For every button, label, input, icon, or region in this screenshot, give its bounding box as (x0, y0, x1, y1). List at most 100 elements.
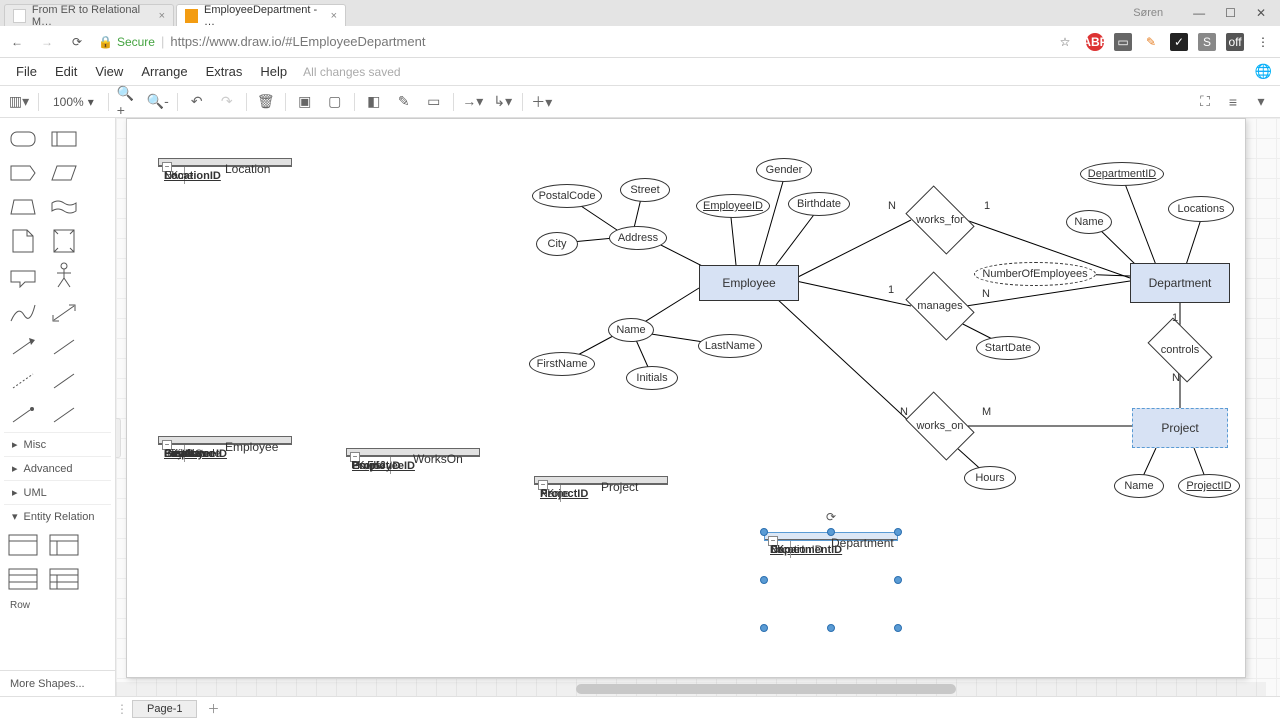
ext-icon[interactable]: ✎ (1142, 33, 1160, 51)
shape-thumb[interactable] (6, 264, 40, 294)
shape-thumb[interactable] (6, 530, 40, 560)
shape-thumb[interactable] (47, 400, 81, 430)
shape-thumb[interactable] (6, 226, 40, 256)
zoom-select[interactable]: 100% ▾ (47, 93, 100, 111)
ext-icon[interactable]: ▭ (1114, 33, 1132, 51)
menu-icon[interactable]: ⋮ (1254, 33, 1272, 51)
view-icon[interactable]: ▥▾ (8, 91, 30, 113)
stroke-icon[interactable]: ✎ (393, 91, 415, 113)
add-page-button[interactable]: ＋ (197, 698, 229, 719)
shape-thumb[interactable] (47, 260, 81, 290)
browser-tab-1[interactable]: EmployeeDepartment - … × (176, 4, 346, 26)
sel-handle[interactable] (894, 576, 902, 584)
fullscreen-icon[interactable]: ⛶ (1194, 91, 1216, 113)
entity-employee[interactable]: Employee (699, 265, 799, 301)
attr-hours[interactable]: Hours (964, 466, 1016, 490)
undo-icon[interactable]: ↶ (186, 91, 208, 113)
close-icon[interactable]: × (159, 10, 165, 22)
shape-thumb[interactable] (47, 332, 81, 362)
page-tab[interactable]: Page-1 (132, 700, 197, 718)
attr-projname[interactable]: Name (1114, 474, 1164, 498)
attr-employeeid[interactable]: EmployeeID (696, 194, 770, 218)
shape-thumb[interactable] (47, 298, 81, 328)
format-icon[interactable]: ≡ (1222, 91, 1244, 113)
table-project[interactable]: −Project PKProjectID Name (534, 476, 668, 485)
close-icon[interactable]: × (331, 10, 337, 22)
zoom-in-icon[interactable]: 🔍+ (117, 91, 139, 113)
sel-handle[interactable] (827, 528, 835, 536)
collapse-right-icon[interactable]: ▾ (1250, 91, 1272, 113)
entity-department[interactable]: Department (1130, 263, 1230, 303)
scrollbar-thumb[interactable] (576, 684, 956, 694)
more-shapes-button[interactable]: More Shapes... (0, 670, 115, 696)
attr-postalcode[interactable]: PostalCode (532, 184, 602, 208)
sel-handle[interactable] (760, 576, 768, 584)
shape-thumb[interactable] (6, 400, 40, 430)
menu-view[interactable]: View (87, 62, 131, 81)
url-field[interactable]: 🔒 Secure | https://www.draw.io/#LEmploye… (98, 34, 1044, 49)
delete-icon[interactable]: 🗑 (255, 91, 277, 113)
table-workson[interactable]: −WorksOn PK,FK1EmployeeID PK,FK2ProjectI… (346, 448, 480, 457)
attr-gender[interactable]: Gender (756, 158, 812, 182)
sel-handle[interactable] (827, 624, 835, 632)
shape-thumb[interactable] (47, 192, 81, 222)
globe-icon[interactable]: 🌐 (1255, 63, 1272, 80)
sidebar-collapse-handle[interactable] (116, 418, 121, 458)
redo-icon[interactable]: ↷ (216, 91, 238, 113)
attr-initials[interactable]: Initials (626, 366, 678, 390)
menu-arrange[interactable]: Arrange (133, 62, 195, 81)
connection-icon[interactable]: →▾ (462, 91, 484, 113)
ext-icon[interactable]: off (1226, 33, 1244, 51)
star-icon[interactable]: ☆ (1056, 35, 1074, 49)
attr-lastname[interactable]: LastName (698, 334, 762, 358)
browser-tab-0[interactable]: From ER to Relational M… × (4, 4, 174, 26)
maximize-icon[interactable]: ☐ (1225, 6, 1236, 20)
shape-thumb[interactable] (6, 298, 40, 328)
ext-icon[interactable]: S (1198, 33, 1216, 51)
attr-projectid[interactable]: ProjectID (1178, 474, 1240, 498)
attr-departmentid[interactable]: DepartmentID (1080, 162, 1164, 186)
attr-name[interactable]: Name (608, 318, 654, 342)
shape-thumb[interactable] (47, 564, 81, 594)
shape-thumb[interactable] (47, 226, 81, 256)
menu-extras[interactable]: Extras (198, 62, 251, 81)
insert-icon[interactable]: ＋▾ (531, 91, 553, 113)
waypoint-icon[interactable]: ↳▾ (492, 91, 514, 113)
shape-thumb[interactable] (6, 366, 40, 396)
shape-thumb[interactable] (47, 530, 81, 560)
attr-locations[interactable]: Locations (1168, 196, 1234, 222)
menu-help[interactable]: Help (252, 62, 295, 81)
rel-works-on[interactable]: works_on (911, 406, 969, 446)
table-employee[interactable]: −Employee PKEmployeeID Gender BirthDate … (158, 436, 292, 445)
attr-street[interactable]: Street (620, 178, 670, 202)
sidebar-group-misc[interactable]: ▸ Misc (4, 432, 111, 456)
menu-file[interactable]: File (8, 62, 45, 81)
shape-thumb[interactable] (6, 332, 40, 362)
attr-numemployees[interactable]: NumberOfEmployees (974, 262, 1096, 286)
rotate-icon[interactable]: ⟳ (824, 510, 838, 524)
zoom-out-icon[interactable]: 🔍- (147, 91, 169, 113)
minimize-icon[interactable]: — (1193, 6, 1205, 20)
shape-thumb[interactable] (6, 564, 40, 594)
canvas[interactable]: Employee Department Project works_for ma… (116, 118, 1280, 696)
close-window-icon[interactable]: ✕ (1256, 6, 1266, 20)
shape-thumb[interactable] (47, 158, 81, 188)
shape-thumb[interactable] (47, 366, 81, 396)
entity-project[interactable]: Project (1132, 408, 1228, 448)
shadow-icon[interactable]: ▭ (423, 91, 445, 113)
shape-thumb[interactable] (6, 124, 40, 154)
sidebar-group-er[interactable]: ▾ Entity Relation (4, 504, 111, 528)
sel-handle[interactable] (760, 528, 768, 536)
shape-thumb[interactable] (6, 158, 40, 188)
sel-handle[interactable] (894, 624, 902, 632)
sidebar-group-uml[interactable]: ▸ UML (4, 480, 111, 504)
sel-handle[interactable] (760, 624, 768, 632)
drag-icon[interactable]: ⋮⋮ (116, 702, 128, 716)
table-location[interactable]: −Location PKLocationID Name (158, 158, 292, 167)
rel-works-for[interactable]: works_for (911, 200, 969, 240)
shape-thumb[interactable] (47, 124, 81, 154)
attr-startdate[interactable]: StartDate (976, 336, 1040, 360)
rel-controls[interactable]: controls (1152, 332, 1208, 368)
attr-city[interactable]: City (536, 232, 578, 256)
forward-icon[interactable]: → (38, 35, 56, 49)
